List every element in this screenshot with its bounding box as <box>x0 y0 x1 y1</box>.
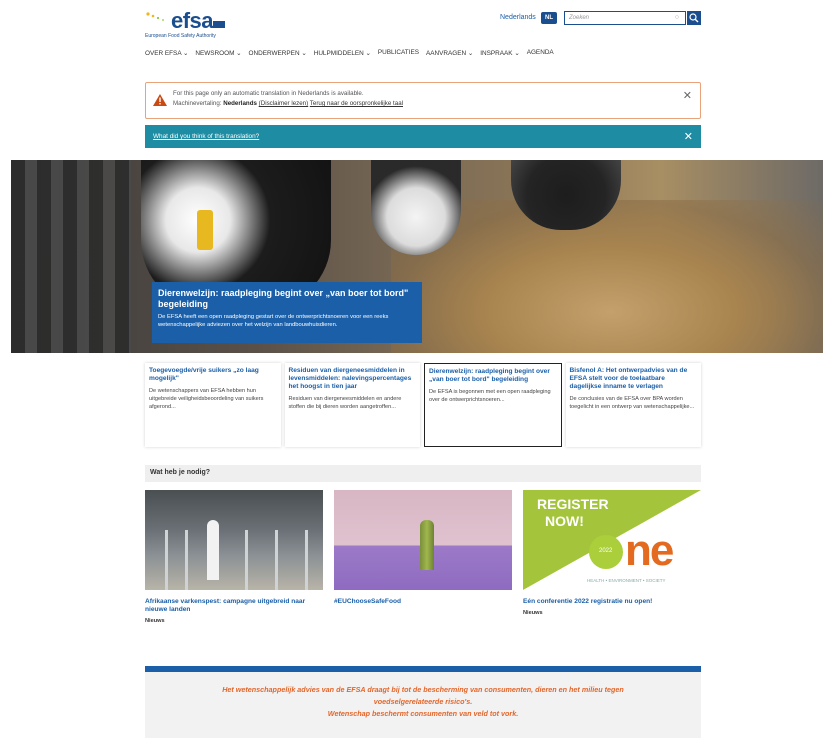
close-icon[interactable]: ✕ <box>684 130 693 143</box>
feedback-banner: What did you think of this translation? … <box>145 125 701 148</box>
hero-title[interactable]: Dierenwelzijn: raadpleging begint over „… <box>158 288 416 310</box>
notice-text: For this page only an automatic translat… <box>173 90 364 97</box>
register-line1: REGISTER <box>537 496 609 512</box>
asparagus-bundle <box>420 520 434 570</box>
nav-item-agenda[interactable]: AGENDA <box>527 49 554 57</box>
nav-item-inspraak[interactable]: INSPRAAK ⌄ <box>480 49 519 57</box>
nav-item-onderwerpen[interactable]: ONDERWERPEN ⌄ <box>249 49 307 57</box>
mission-line2: voedselgerelateerde risico's. <box>373 697 473 706</box>
news-card-active[interactable]: Dierenwelzijn: raadpleging begint over „… <box>424 363 562 447</box>
section-title: Wat heb je nodig? <box>145 465 701 482</box>
nav-item-publicaties[interactable]: PUBLICATIES <box>378 49 419 57</box>
feature-tile[interactable]: #EUChooseSafeFood <box>334 490 512 640</box>
notice-language: Nederlands <box>223 100 257 107</box>
news-card[interactable]: Residuen van diergeneesmiddelen in leven… <box>284 363 420 447</box>
logo-wordmark: efsa <box>171 8 214 33</box>
tile-title[interactable]: Afrikaanse varkenspest: campagne uitgebr… <box>145 598 323 614</box>
clear-icon[interactable]: ○ <box>675 14 679 21</box>
original-language-link[interactable]: Terug naar de oorspronkelijke taal <box>310 100 403 107</box>
search-input[interactable]: Zoeken ○ <box>564 11 686 25</box>
pen-bar <box>245 530 248 590</box>
news-card[interactable]: Toegevoegde/vrije suikers „zo laag mogel… <box>145 363 281 447</box>
mission-line3: Wetenschap beschermt consumenten van vel… <box>327 709 519 718</box>
nav-item-over-efsa[interactable]: OVER EFSA ⌄ <box>145 49 188 57</box>
feature-tiles: Afrikaanse varkenspest: campagne uitgebr… <box>145 490 701 640</box>
logo-subtitle: European Food Safety Authority <box>145 33 216 39</box>
hero-caption[interactable]: Dierenwelzijn: raadpleging begint over „… <box>152 282 422 343</box>
language-link[interactable]: Nederlands <box>500 14 536 21</box>
notice-label: Machinevertaling: <box>173 100 222 107</box>
efsa-logo[interactable]: efsa European Food Safety Authority <box>145 8 235 40</box>
hero-ear-tag <box>197 210 213 250</box>
register-text: REGISTER NOW! <box>537 496 609 530</box>
translation-notice: For this page only an automatic translat… <box>145 82 701 119</box>
hero-cow <box>371 160 461 255</box>
farm-worker <box>207 520 219 580</box>
pen-bar <box>185 530 188 590</box>
feedback-link[interactable]: What did you think of this translation? <box>153 133 259 140</box>
language-badge[interactable]: NL <box>541 12 557 24</box>
feature-tile[interactable]: REGISTER NOW! 2022 ne HEALTH • ENVIRONME… <box>523 490 701 640</box>
card-title[interactable]: Residuen van diergeneesmiddelen in leven… <box>289 367 417 391</box>
feature-tile[interactable]: Afrikaanse varkenspest: campagne uitgebr… <box>145 490 323 640</box>
asparagus-image[interactable] <box>334 490 512 590</box>
pen-bar <box>275 530 278 590</box>
nav-item-newsroom[interactable]: NEWSROOM ⌄ <box>195 49 241 57</box>
tile-title[interactable]: Eén conferentie 2022 registratie nu open… <box>523 598 701 606</box>
pig-farm-image[interactable] <box>145 490 323 590</box>
close-icon[interactable]: ✕ <box>683 89 692 102</box>
pen-bar <box>305 530 308 590</box>
card-title[interactable]: Toegevoegde/vrije suikers „zo laag mogel… <box>149 367 277 383</box>
search-placeholder: Zoeken <box>569 15 590 21</box>
search-button[interactable] <box>687 11 701 25</box>
one-logo-text: ne <box>625 526 674 575</box>
notice-details: Machinevertaling: Nederlands (Disclaimer… <box>173 100 403 107</box>
tile-category: Nieuws <box>523 610 543 616</box>
conference-banner-image[interactable]: REGISTER NOW! 2022 ne HEALTH • ENVIRONME… <box>523 490 701 590</box>
one-logo-tagline: HEALTH • ENVIRONMENT • SOCIETY <box>587 578 666 583</box>
search-icon <box>689 13 699 23</box>
news-card[interactable]: Bisfenol A: Het ontwerpadvies van de EFS… <box>565 363 701 447</box>
tile-title[interactable]: #EUChooseSafeFood <box>334 598 512 606</box>
nav-item-hulpmiddelen[interactable]: HULPMIDDELEN ⌄ <box>314 49 371 57</box>
news-cards: Toegevoegde/vrije suikers „zo laag mogel… <box>145 363 701 447</box>
mission-line1: Het wetenschappelijk advies van de EFSA … <box>222 685 624 694</box>
card-text: De conclusies van de EFSA over BPA worde… <box>569 396 695 410</box>
card-text: Residuen van diergeneesmiddelen en ander… <box>288 396 402 410</box>
nav-item-aanvragen[interactable]: AANVRAGEN ⌄ <box>426 49 473 57</box>
register-line2: NOW! <box>545 513 584 529</box>
card-text: De wetenschappers van EFSA hebben hun ui… <box>149 388 264 410</box>
warning-icon <box>153 94 167 106</box>
pen-bar <box>165 530 168 590</box>
card-title[interactable]: Bisfenol A: Het ontwerpadvies van de EFS… <box>570 367 698 391</box>
one-logo-year: 2022 <box>599 548 613 554</box>
disclaimer-link[interactable]: (Disclaimer lezen) <box>259 100 309 107</box>
hero-text: De EFSA heeft een open raadpleging gesta… <box>158 314 389 328</box>
tile-category: Nieuws <box>145 618 165 624</box>
logo-dots-icon <box>146 12 164 21</box>
hero-fence <box>11 160 131 353</box>
mission-banner: Het wetenschappelijk advies van de EFSA … <box>145 672 701 738</box>
card-text: De EFSA is begonnen met een open raadple… <box>429 389 551 403</box>
logo-bar <box>213 21 225 28</box>
card-title[interactable]: Dierenwelzijn: raadpleging begint over „… <box>429 368 557 384</box>
main-nav: OVER EFSA ⌄ NEWSROOM ⌄ ONDERWERPEN ⌄ HUL… <box>145 49 554 57</box>
